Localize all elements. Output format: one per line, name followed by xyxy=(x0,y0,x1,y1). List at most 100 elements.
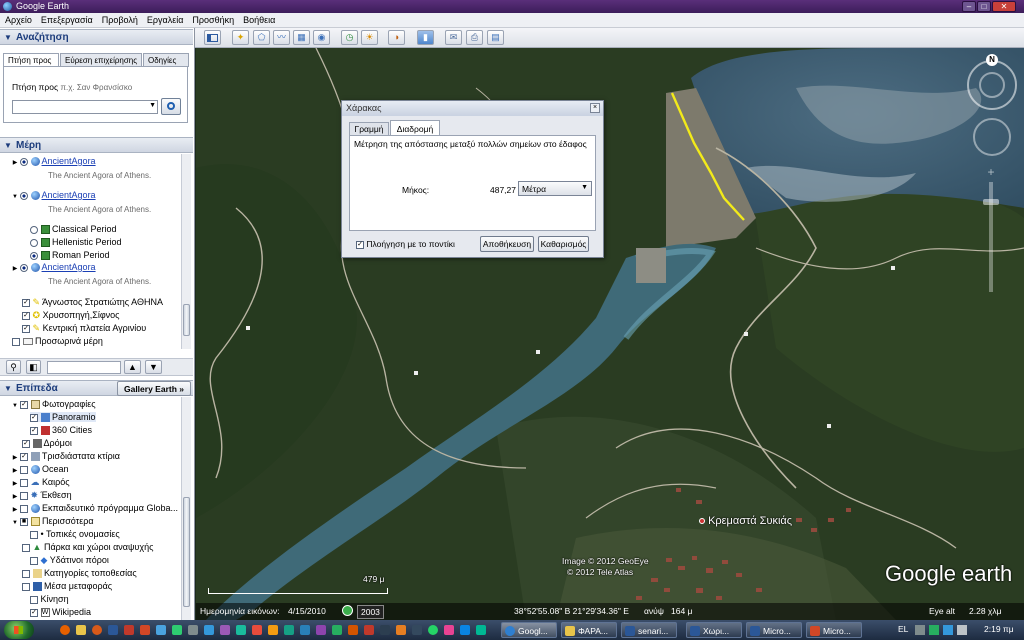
layer-item[interactable]: ✓ Panoramio xyxy=(30,412,96,423)
app-icon[interactable] xyxy=(412,625,422,635)
taskbar-item[interactable]: senari... xyxy=(621,622,677,638)
app-icon[interactable] xyxy=(460,625,470,635)
app-icon[interactable] xyxy=(124,625,134,635)
gallery-earth-button[interactable]: Gallery Earth » xyxy=(117,381,191,396)
layer-item[interactable]: ▶ ✓ Τρισδιάστατα κτίρια xyxy=(10,451,120,462)
record-tour-button[interactable]: ◉ xyxy=(313,30,330,45)
zoom-in-icon[interactable]: + xyxy=(985,166,997,178)
app-icon[interactable] xyxy=(348,625,358,635)
app-icon[interactable] xyxy=(172,625,182,635)
move-up-button[interactable]: ▲ xyxy=(124,360,141,374)
move-joystick[interactable] xyxy=(973,118,1011,156)
layer-item[interactable]: ◆ Υδάτινοι πόροι xyxy=(30,555,109,566)
unit-select[interactable]: Μέτρα ▼ xyxy=(518,181,592,196)
tab-line[interactable]: Γραμμή xyxy=(349,122,389,135)
app-icon[interactable] xyxy=(364,625,374,635)
app-icon[interactable] xyxy=(252,625,262,635)
taskbar-item[interactable]: Χωρι... xyxy=(686,622,742,638)
minimize-button[interactable]: – xyxy=(962,1,976,12)
mouse-nav-checkbox[interactable]: ✓ Πλοήγηση με το ποντίκι xyxy=(356,239,455,249)
close-icon[interactable]: × xyxy=(590,103,600,113)
layer-item[interactable]: ✓ W Wikipedia xyxy=(30,607,91,618)
powerpoint-icon[interactable] xyxy=(140,625,150,635)
app-icon[interactable] xyxy=(380,625,390,635)
folder-icon[interactable] xyxy=(76,625,86,635)
close-button[interactable]: ✕ xyxy=(992,1,1016,12)
menu-tools[interactable]: Εργαλεία xyxy=(142,13,188,25)
menu-file[interactable]: Αρχείο xyxy=(0,13,36,25)
historical-imagery-icon[interactable] xyxy=(342,605,353,616)
add-placemark-button[interactable]: ✦ xyxy=(232,30,249,45)
taskbar-item[interactable]: Micro... xyxy=(806,622,862,638)
places-scrollbar[interactable] xyxy=(181,154,191,349)
app-icon[interactable] xyxy=(300,625,310,635)
app-icon[interactable] xyxy=(316,625,326,635)
menu-add[interactable]: Προσθήκη xyxy=(187,13,238,25)
layer-item[interactable]: • Τοπικές ονομασίες xyxy=(30,529,120,539)
place-item[interactable]: Προσωρινά μέρη xyxy=(12,336,103,346)
search-input[interactable]: ▼ xyxy=(12,100,158,114)
place-item[interactable]: ▼ AncientAgora xyxy=(10,190,96,201)
place-item[interactable]: ▶ AncientAgora xyxy=(10,262,96,273)
app-icon[interactable] xyxy=(156,625,166,635)
save-button[interactable]: Αποθήκευση xyxy=(480,236,534,252)
places-filter-input[interactable] xyxy=(47,361,121,374)
app-icon[interactable] xyxy=(236,625,246,635)
taskbar-item[interactable]: Micro... xyxy=(746,622,802,638)
app-icon[interactable] xyxy=(188,625,198,635)
app-icon[interactable] xyxy=(476,625,486,635)
menu-edit[interactable]: Επεξεργασία xyxy=(36,13,97,25)
app-icon[interactable] xyxy=(220,625,230,635)
maximize-button[interactable]: □ xyxy=(977,1,991,12)
clear-button[interactable]: Καθαρισμός xyxy=(538,236,589,252)
app-icon[interactable] xyxy=(332,625,342,635)
look-joystick[interactable] xyxy=(979,72,1005,98)
firefox-icon[interactable] xyxy=(92,625,102,635)
place-label[interactable]: Κρεμαστά Συκιάς xyxy=(699,515,792,527)
language-indicator[interactable]: EL xyxy=(898,624,908,634)
move-down-button[interactable]: ▼ xyxy=(145,360,162,374)
tab-path[interactable]: Διαδρομή xyxy=(390,120,440,136)
place-item[interactable]: Roman Period xyxy=(30,250,110,261)
chevron-down-icon[interactable]: ▼ xyxy=(149,102,156,109)
layers-scrollbar[interactable] xyxy=(181,397,191,620)
layer-item[interactable]: ▼ ✓ Φωτογραφίες xyxy=(10,399,96,410)
layer-item[interactable]: ✓ 360 Cities xyxy=(30,425,92,436)
app-icon[interactable] xyxy=(204,625,214,635)
taskbar-item[interactable]: ΦΑΡΑ... xyxy=(561,622,617,638)
layer-item[interactable]: ✓ Δρόμοι xyxy=(22,438,72,449)
app-icon[interactable] xyxy=(444,625,454,635)
layer-item[interactable]: ▲ Πάρκα και χώροι αναψυχής xyxy=(22,542,153,552)
layer-item[interactable]: Κατηγορίες τοποθεσίας xyxy=(22,568,137,579)
place-item[interactable]: Hellenistic Period xyxy=(30,237,122,248)
sunlight-button[interactable]: ☀ xyxy=(361,30,378,45)
add-image-overlay-button[interactable]: ▦ xyxy=(293,30,310,45)
imagery-year[interactable]: 2003 xyxy=(357,605,384,619)
add-path-button[interactable]: 〰 xyxy=(273,30,290,45)
panel-toggle-button[interactable]: ◧ xyxy=(26,360,41,374)
tab-find-business[interactable]: Εύρεση επιχείρησης xyxy=(60,53,142,67)
app-icon[interactable] xyxy=(284,625,294,635)
tray-icons[interactable] xyxy=(915,625,975,635)
place-item[interactable]: ✓ ✎ Κεντρική πλατεία Αγρινίου xyxy=(22,323,146,334)
whatsapp-icon[interactable] xyxy=(428,625,438,635)
earth-view[interactable]: Κρεμαστά Συκιάς Image © 2012 GeoEye © 20… xyxy=(196,48,1024,620)
firefox-icon[interactable] xyxy=(60,625,70,635)
search-button[interactable] xyxy=(161,98,181,115)
sidebar-toggle-button[interactable] xyxy=(204,30,221,45)
layer-item[interactable]: Μέσα μεταφοράς xyxy=(22,581,112,592)
menu-view[interactable]: Προβολή xyxy=(97,13,142,25)
ruler-button[interactable]: ▮ xyxy=(417,30,434,45)
layer-item[interactable]: Κίνηση xyxy=(30,594,69,604)
taskbar-item-google-earth[interactable]: Googl... xyxy=(501,622,557,638)
planets-button[interactable]: ◑ xyxy=(388,30,405,45)
historical-imagery-button[interactable]: ◷ xyxy=(341,30,358,45)
place-item[interactable]: ✓ ✪ Χρυσοπηγή,Σίφνος xyxy=(22,310,120,321)
layer-item[interactable]: ▶ Ocean xyxy=(10,464,69,475)
place-item[interactable]: ▶ AncientAgora xyxy=(10,156,96,167)
add-polygon-button[interactable]: ⬠ xyxy=(253,30,270,45)
app-icon[interactable] xyxy=(268,625,278,635)
layer-item[interactable]: ▶ ☁ Καιρός xyxy=(10,477,70,488)
zoom-slider-thumb[interactable] xyxy=(983,199,999,205)
view-in-maps-button[interactable]: ▤ xyxy=(487,30,504,45)
